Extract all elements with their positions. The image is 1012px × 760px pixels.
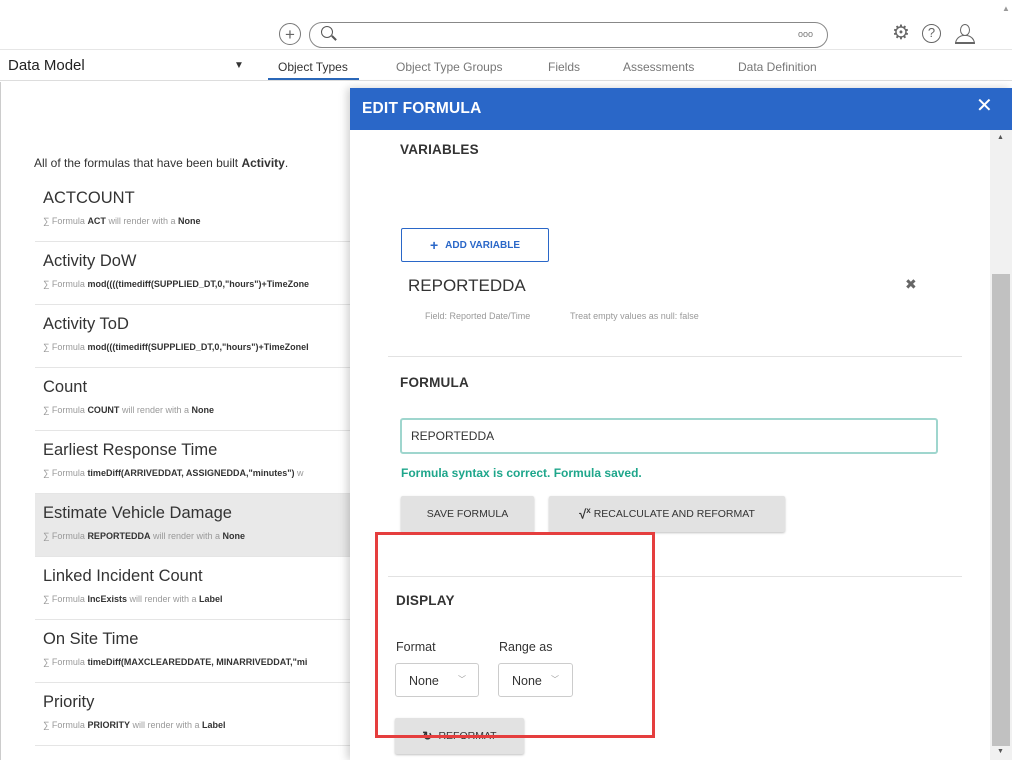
formula-item-on-site-time[interactable]: On Site Time ∑ Formula timeDiff(MAXCLEAR…	[35, 620, 350, 683]
active-tab-indicator	[268, 78, 359, 80]
formula-name: Activity ToD	[43, 315, 129, 333]
top-bar: + ooo ⚙ ? ▲	[0, 0, 1012, 50]
formula-description: ∑ Formula COUNT will render with a None	[43, 405, 214, 415]
scrollbar-thumb[interactable]	[992, 274, 1010, 746]
edit-formula-dialog: EDIT FORMULA ✕ VARIABLES + ADD VARIABLE …	[350, 88, 1012, 760]
add-icon[interactable]: +	[279, 23, 301, 45]
data-model-label: Data Model	[8, 57, 85, 74]
add-variable-label: ADD VARIABLE	[445, 239, 520, 251]
formula-description: ∑ Formula IncExists will render with a L…	[43, 594, 223, 604]
formula-item-priority[interactable]: Priority ∑ Formula PRIORITY will render …	[35, 683, 350, 746]
formula-item-actcount[interactable]: ACTCOUNT ∑ Formula ACT will render with …	[35, 179, 350, 242]
refresh-icon: ↻	[422, 729, 433, 743]
user-icon[interactable]	[952, 20, 978, 46]
scroll-up-icon[interactable]: ▲	[997, 134, 1004, 141]
formula-description: ∑ Formula timeDiff(MAXCLEAREDDATE, MINAR…	[43, 657, 308, 667]
gear-icon[interactable]: ⚙	[890, 22, 912, 44]
formula-status-message: Formula syntax is correct. Formula saved…	[401, 466, 642, 480]
format-value: None	[409, 674, 439, 688]
formula-description: ∑ Formula timeDiff(ARRIVEDDAT, ASSIGNEDD…	[43, 468, 304, 478]
tab-object-type-groups[interactable]: Object Type Groups	[396, 60, 503, 74]
formula-name: Estimate Vehicle Damage	[43, 504, 232, 522]
nav-bar: Data Model ▼ Object Types Object Type Gr…	[0, 51, 1012, 81]
format-select[interactable]: None ﹀	[395, 663, 479, 697]
tab-fields[interactable]: Fields	[548, 60, 580, 74]
formula-description: ∑ Formula mod((((timediff(SUPPLIED_DT,0,…	[43, 279, 310, 289]
display-heading: DISPLAY	[396, 593, 455, 608]
formula-name: Priority	[43, 693, 95, 711]
formula-item-earliest-response-time[interactable]: Earliest Response Time ∑ Formula timeDif…	[35, 431, 350, 494]
reformat-button[interactable]: ↻ REFORMAT	[395, 718, 524, 754]
remove-variable-icon[interactable]: ✖	[905, 276, 917, 293]
formula-description: ∑ Formula REPORTEDDA will render with a …	[43, 531, 245, 541]
data-model-dropdown[interactable]: Data Model ▼	[8, 54, 248, 78]
intro-prefix: All of the formulas that have been built	[34, 156, 242, 170]
section-divider	[388, 576, 962, 577]
user-icon-body	[955, 35, 975, 44]
formula-item-activity-tod[interactable]: Activity ToD ∑ Formula mod(((timediff(SU…	[35, 305, 350, 368]
tab-assessments[interactable]: Assessments	[623, 60, 694, 74]
range-as-value: None	[512, 674, 542, 688]
formula-item-estimate-vehicle-damage[interactable]: Estimate Vehicle Damage ∑ Formula REPORT…	[35, 494, 350, 557]
page-scroll-up-icon[interactable]: ▲	[1002, 4, 1010, 13]
formula-name: On Site Time	[43, 630, 139, 648]
formula-input[interactable]	[400, 418, 938, 454]
formula-description: ∑ Formula ACT will render with a None	[43, 216, 201, 226]
help-icon[interactable]: ?	[922, 24, 941, 43]
search-icon[interactable]	[321, 26, 333, 38]
save-formula-button[interactable]: SAVE FORMULA	[401, 496, 534, 532]
recalculate-reformat-button[interactable]: √x RECALCULATE AND REFORMAT	[549, 496, 785, 532]
close-icon[interactable]: ✕	[976, 96, 993, 116]
add-variable-button[interactable]: + ADD VARIABLE	[401, 228, 549, 262]
dialog-title: EDIT FORMULA	[362, 100, 482, 117]
square-root-icon: √x	[579, 506, 591, 522]
recalculate-label: RECALCULATE AND REFORMAT	[593, 508, 755, 520]
formula-heading: FORMULA	[400, 375, 469, 390]
range-as-select[interactable]: None ﹀	[498, 663, 573, 697]
chevron-down-icon: ▼	[234, 60, 244, 71]
chevron-down-icon: ﹀	[551, 675, 559, 684]
formula-name: Count	[43, 378, 88, 396]
dialog-body: VARIABLES + ADD VARIABLE REPORTEDDA ✖ Fi…	[350, 130, 1012, 760]
formula-item-activity-dow[interactable]: Activity DoW ∑ Formula mod((((timediff(S…	[35, 242, 350, 305]
search-input[interactable]	[344, 25, 764, 44]
formula-item-count[interactable]: Count ∑ Formula COUNT will render with a…	[35, 368, 350, 431]
more-icon[interactable]: ooo	[798, 29, 813, 39]
tab-object-types[interactable]: Object Types	[278, 60, 348, 74]
dialog-scrollbar[interactable]: ▲ ▼	[990, 130, 1012, 760]
scroll-down-icon[interactable]: ▼	[997, 748, 1004, 755]
variable-field: Field: Reported Date/Time	[425, 311, 531, 321]
formula-description: ∑ Formula PRIORITY will render with a La…	[43, 720, 226, 730]
variable-null-setting: Treat empty values as null: false	[570, 311, 699, 321]
variables-heading: VARIABLES	[400, 142, 479, 157]
plus-icon: +	[429, 237, 439, 253]
formula-name: Earliest Response Time	[43, 441, 218, 459]
range-as-label: Range as	[499, 640, 553, 654]
formula-item-linked-incident-count[interactable]: Linked Incident Count ∑ Formula IncExist…	[35, 557, 350, 620]
section-divider	[388, 356, 962, 357]
formula-name: Linked Incident Count	[43, 567, 203, 585]
tab-data-definition[interactable]: Data Definition	[738, 60, 817, 74]
global-search[interactable]: ooo	[309, 22, 828, 48]
formula-list-intro: All of the formulas that have been built…	[34, 156, 288, 170]
intro-suffix: .	[284, 156, 289, 170]
save-formula-label: SAVE FORMULA	[426, 508, 509, 520]
formula-description: ∑ Formula mod(((timediff(SUPPLIED_DT,0,"…	[43, 342, 309, 352]
intro-object: Activity	[241, 156, 285, 170]
variable-name: REPORTEDDA	[408, 276, 526, 295]
formula-list-pane: All of the formulas that have been built…	[0, 82, 350, 760]
dialog-header: EDIT FORMULA ✕	[350, 88, 1012, 130]
formula-name: Activity DoW	[43, 252, 137, 270]
chevron-down-icon: ﹀	[458, 675, 466, 684]
format-label: Format	[396, 640, 436, 654]
reformat-label: REFORMAT	[438, 730, 497, 742]
formula-name: ACTCOUNT	[43, 189, 135, 207]
